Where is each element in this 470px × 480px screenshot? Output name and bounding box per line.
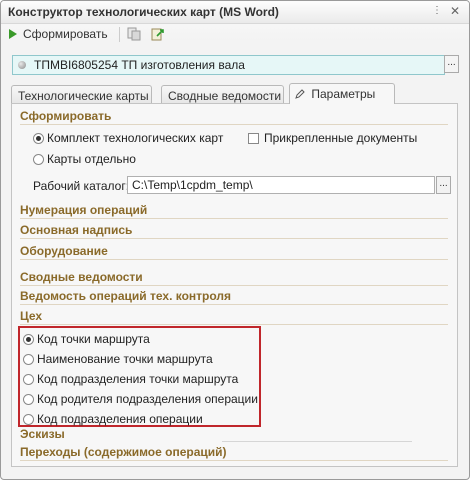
object-select-value: ТПМВI6805254 ТП изготовления вала (34, 58, 245, 72)
close-icon[interactable]: ✕ (449, 5, 461, 17)
radio-set-label: Комплект технологических карт (47, 131, 224, 145)
radio-route-name-label: Наименование точки маршрута (37, 352, 213, 366)
section-divider (20, 218, 448, 219)
workdir-browse-button[interactable]: ... (436, 176, 451, 194)
play-icon (9, 29, 17, 39)
section-divider (20, 259, 448, 260)
pencil-icon (295, 89, 305, 99)
tab-label: Сводные ведомости (168, 89, 282, 103)
section-divider (20, 238, 448, 239)
object-select-field[interactable]: ТПМВI6805254 ТП изготовления вала (12, 55, 445, 75)
workdir-label: Рабочий каталог: (33, 179, 130, 193)
section-equipment[interactable]: Оборудование (20, 244, 108, 258)
section-shop[interactable]: Цех (20, 309, 42, 323)
tab-label: Параметры (311, 87, 376, 101)
copy-icon[interactable] (127, 27, 141, 41)
attached-docs-checkbox[interactable] (248, 133, 259, 144)
radio-operation-dept-code-label: Код подразделения операции (37, 412, 203, 426)
section-numbering[interactable]: Нумерация операций (20, 203, 147, 217)
section-divider (20, 460, 448, 461)
toolbar: Сформировать (1, 23, 469, 45)
generate-button-label: Сформировать (23, 27, 108, 41)
radio-separate-label: Карты отдельно (47, 152, 136, 166)
radio-route-dept-code-label: Код подразделения точки маршрута (37, 372, 239, 386)
radio-parent-dept-code[interactable] (23, 394, 34, 405)
radio-route-name[interactable] (23, 354, 34, 365)
dialog-window: Конструктор технологических карт (MS Wor… (0, 0, 470, 480)
radio-operation-dept-code[interactable] (23, 414, 34, 425)
window-title: Конструктор технологических карт (MS Wor… (8, 5, 279, 19)
toolbar-separator (119, 27, 120, 42)
attached-docs-label: Прикрепленные документы (264, 131, 418, 145)
section-divider (20, 304, 448, 305)
tab-summary[interactable]: Сводные ведомости (161, 85, 284, 103)
radio-route-code-label: Код точки маршрута (37, 332, 150, 346)
tab-label: Технологические карты (18, 89, 149, 103)
radio-route-code[interactable] (23, 334, 34, 345)
tab-tech-cards[interactable]: Технологические карты (11, 85, 152, 103)
object-select-button[interactable]: ... (444, 55, 459, 73)
radio-route-dept-code[interactable] (23, 374, 34, 385)
tab-parameters[interactable]: Параметры (289, 83, 395, 104)
workdir-input[interactable]: C:\Temp\1cpdm_temp\ (127, 176, 435, 194)
section-divider (20, 324, 448, 325)
section-control[interactable]: Ведомость операций тех. контроля (20, 289, 231, 303)
radio-separate[interactable] (33, 154, 44, 165)
export-icon[interactable] (151, 27, 165, 41)
section-divider (20, 124, 448, 125)
radio-parent-dept-code-label: Код родителя подразделения операции (37, 392, 258, 406)
parameters-panel: Сформировать Комплект технологических ка… (11, 103, 458, 467)
section-generate[interactable]: Сформировать (20, 109, 111, 123)
title-bar: Конструктор технологических карт (MS Wor… (1, 1, 469, 24)
section-transitions[interactable]: Переходы (содержимое операций) (20, 445, 227, 459)
radio-set[interactable] (33, 133, 44, 144)
status-dot-icon (18, 61, 26, 69)
menu-icon[interactable]: ⋮ (431, 5, 443, 17)
section-summary[interactable]: Сводные ведомости (20, 270, 143, 284)
section-sketches[interactable]: Эскизы (20, 427, 65, 441)
section-main-label[interactable]: Основная надпись (20, 223, 132, 237)
generate-button[interactable]: Сформировать (9, 25, 108, 43)
section-divider (222, 441, 412, 442)
section-divider (20, 285, 448, 286)
